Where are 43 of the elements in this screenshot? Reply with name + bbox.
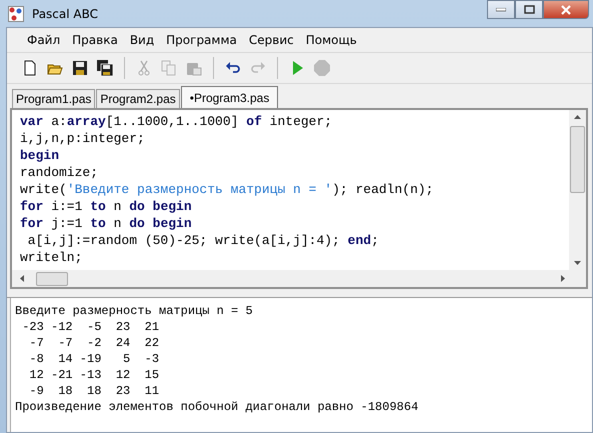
scroll-thumb[interactable] bbox=[36, 272, 68, 286]
scroll-down-icon[interactable] bbox=[574, 261, 581, 265]
maximize-button[interactable] bbox=[515, 0, 543, 19]
vertical-scrollbar[interactable] bbox=[569, 110, 586, 270]
scroll-up-icon[interactable] bbox=[574, 115, 581, 119]
menu-item[interactable]: Файл bbox=[21, 33, 66, 47]
scroll-thumb[interactable] bbox=[570, 126, 585, 193]
app-icon bbox=[8, 6, 24, 22]
output-line: -8 14 -19 5 -3 bbox=[28, 351, 160, 367]
code-line: for i:=1 to n do begin bbox=[20, 198, 193, 215]
output-line: Введите размерность матрицы n = 5 bbox=[15, 303, 254, 319]
output-line: -7 -7 -2 24 22 bbox=[28, 335, 160, 351]
minimize-button[interactable] bbox=[487, 0, 515, 19]
close-button[interactable] bbox=[543, 0, 589, 19]
window-title: Pascal ABC bbox=[32, 6, 98, 20]
horizontal-scrollbar[interactable] bbox=[12, 270, 586, 287]
save-all-icon[interactable] bbox=[94, 57, 116, 79]
code-editor[interactable] bbox=[10, 108, 588, 289]
minimize-icon bbox=[496, 8, 506, 12]
menu-item[interactable]: Сервис bbox=[242, 33, 300, 47]
output-line: 12 -21 -13 12 15 bbox=[28, 367, 160, 383]
menu-item[interactable]: Помощь bbox=[300, 33, 363, 47]
file-tab[interactable]: Program2.pas bbox=[96, 89, 180, 108]
code-line: for j:=1 to n do begin bbox=[20, 215, 193, 232]
output-line: -23 -12 -5 23 21 bbox=[21, 319, 160, 335]
file-tab[interactable]: •Program3.pas bbox=[180, 86, 278, 108]
menu-item[interactable]: Программа bbox=[160, 33, 243, 47]
code-line: i,j,n,p:integer; bbox=[20, 130, 146, 147]
code-line: a[i,j]:=random (50)-25; write(a[i,j]:4); end; bbox=[26, 232, 380, 249]
code-line: randomize; bbox=[20, 164, 100, 181]
menu-item[interactable]: Правка bbox=[66, 33, 124, 47]
code-line: begin bbox=[20, 147, 60, 164]
scroll-left-icon[interactable] bbox=[20, 275, 24, 282]
scroll-right-icon[interactable] bbox=[561, 275, 565, 282]
output-line: Произведение элементов побочной диагонали равно -1809864 bbox=[15, 399, 420, 415]
output-line: -9 18 18 23 11 bbox=[28, 383, 160, 399]
code-line: writeln; bbox=[20, 249, 84, 266]
code-line: var a:array[1..1000,1..1000] of integer; bbox=[20, 113, 334, 130]
file-tab[interactable]: Program1.pas bbox=[12, 89, 96, 108]
code-line: write('Введите размерность матрицы n = '); readln(n); bbox=[20, 181, 434, 198]
close-icon bbox=[561, 4, 571, 14]
menu-item[interactable]: Вид bbox=[124, 33, 160, 47]
maximize-icon bbox=[524, 5, 534, 14]
